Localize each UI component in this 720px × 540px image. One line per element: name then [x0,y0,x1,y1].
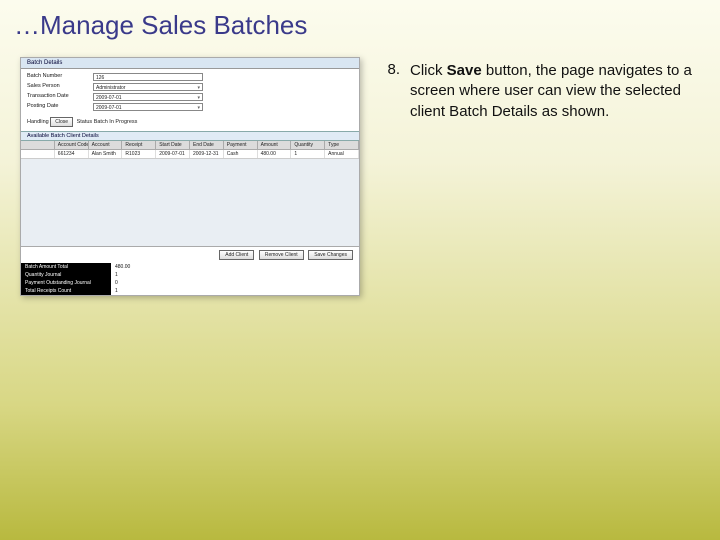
status-batch-label: Status Batch [77,119,108,125]
field-posting-date[interactable]: 2009-07-01 [93,103,203,111]
cell-2: Alan Smith [89,150,123,158]
summary-row: Quantity Journal 1 [21,271,359,279]
handling-label: Handling [27,119,49,125]
col-3: Receipt [122,141,156,149]
summary-value: 0 [111,279,122,287]
summary-row: Batch Amount Total 480.00 [21,263,359,271]
field-sales-person[interactable]: Administrator [93,83,203,91]
cell-8: 1 [291,150,325,158]
step-number: 8. [378,61,400,122]
cell-1: 661234 [55,150,89,158]
col-9: Type [325,141,359,149]
field-batch-number[interactable]: 126 [93,73,203,81]
label-posting-date: Posting Date [27,103,89,111]
col-1: Account Code [55,141,89,149]
cell-4: 2009-07-01 [156,150,190,158]
instruction-step: 8. Click Save button, the page navigates… [378,61,700,122]
table-row[interactable]: 661234 Alan Smith R1023 2009-07-01 2009-… [21,150,359,159]
save-changes-button[interactable]: Save Changes [308,250,353,260]
field-transaction-date[interactable]: 2009-07-01 [93,93,203,101]
cell-6: Cash [224,150,258,158]
col-6: Payment [224,141,258,149]
grid-empty-area [21,159,359,247]
grid-button-row: Add Client Remove Client Save Changes [21,247,359,263]
summary-label: Payment Outstanding Journal [21,279,111,287]
summary-value: 1 [111,271,122,279]
form-area: Batch Number 126 Sales Person Administra… [21,69,359,115]
step-text-bold: Save [447,62,482,79]
app-screenshot: Batch Details Batch Number 126 Sales Per… [20,57,360,296]
summary-label: Total Receipts Count [21,287,111,295]
col-8: Quantity [291,141,325,149]
summary-row: Total Receipts Count 1 [21,287,359,295]
cell-3: R1023 [122,150,156,158]
summary-value: 480.00 [111,263,134,271]
col-5: End Date [190,141,224,149]
instruction-panel: 8. Click Save button, the page navigates… [378,57,700,296]
cell-7: 480.00 [258,150,292,158]
label-transaction-date: Transaction Date [27,93,89,101]
summary-label: Quantity Journal [21,271,111,279]
col-7: Amount [258,141,292,149]
step-text-prefix: Click [410,62,447,79]
summary-row: Payment Outstanding Journal 0 [21,279,359,287]
label-batch-number: Batch Number [27,73,89,81]
step-text: Click Save button, the page navigates to… [410,61,700,122]
summary-value: 1 [111,287,122,295]
handling-row: Handling Close Status Batch In Progress [21,115,359,131]
content-row: Batch Details Batch Number 126 Sales Per… [0,47,720,306]
status-batch-field[interactable]: In Progress [109,119,159,125]
summary-label: Batch Amount Total [21,263,111,271]
cell-9: Annual [325,150,359,158]
cell-0 [21,150,55,158]
cell-5: 2009-12-31 [190,150,224,158]
slide-title: …Manage Sales Batches [0,0,720,47]
col-0 [21,141,55,149]
summary-block: Batch Amount Total 480.00 Quantity Journ… [21,263,359,295]
section-header: Available Batch Client Details [21,131,359,141]
table-header: Account Code Account Receipt Start Date … [21,141,359,150]
col-2: Account [89,141,123,149]
screenshot-topbar: Batch Details [21,58,359,69]
close-button[interactable]: Close [50,117,73,127]
add-client-button[interactable]: Add Client [219,250,254,260]
label-sales-person: Sales Person [27,83,89,91]
remove-client-button[interactable]: Remove Client [259,250,304,260]
col-4: Start Date [156,141,190,149]
